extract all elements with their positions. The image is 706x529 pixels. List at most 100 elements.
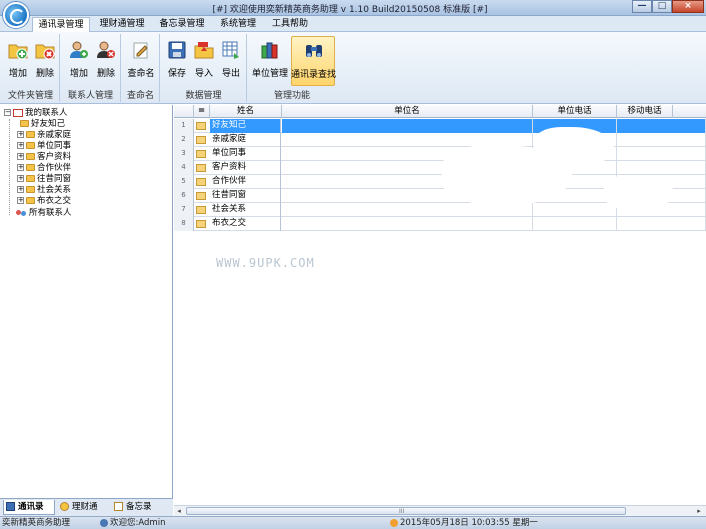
tree-item-label: 亲戚家庭 xyxy=(37,130,72,140)
minimize-button[interactable]: — xyxy=(632,0,652,13)
contact-search-label: 通讯录查找 xyxy=(291,70,337,80)
tree-item-friends[interactable]: 好友知己 xyxy=(20,119,65,130)
tree-item-social[interactable]: + 社会关系 xyxy=(17,185,71,196)
row-name: 布衣之交 xyxy=(210,217,281,231)
tree-item-partners[interactable]: + 合作伙伴 xyxy=(17,163,71,174)
group-contact: 增加 删除 联系人管理 xyxy=(61,34,121,102)
close-button[interactable]: × xyxy=(672,0,704,13)
expand-icon[interactable]: + xyxy=(17,175,24,182)
unit-manage-button[interactable]: 单位管理 xyxy=(252,36,288,86)
header-mobile[interactable]: 移动电话 xyxy=(617,105,673,118)
header-company-phone[interactable]: 单位电话 xyxy=(533,105,617,118)
addressbook-icon xyxy=(6,502,15,511)
folder-icon xyxy=(20,120,29,127)
scroll-right-icon[interactable]: ▸ xyxy=(694,507,704,516)
table-row[interactable]: 1 好友知己 xyxy=(174,119,706,133)
row-company-phone xyxy=(533,203,617,217)
contact-search-button[interactable]: 通讯录查找 xyxy=(291,36,337,86)
delete-folder-label: 删除 xyxy=(35,69,54,79)
redaction-blob xyxy=(604,175,674,210)
group-data: 保存 导入 导出 数据管理 xyxy=(161,34,247,102)
expand-icon[interactable]: + xyxy=(17,186,24,193)
export-button[interactable]: 导出 xyxy=(218,36,244,86)
tree-item-classmates[interactable]: + 往昔同窗 xyxy=(17,174,71,185)
rename-label: 查命名 xyxy=(127,69,155,79)
app-logo-icon[interactable] xyxy=(3,2,29,28)
folder-icon xyxy=(26,164,35,171)
tab-system[interactable]: 系统管理 xyxy=(214,17,262,32)
group-rename-label: 查命名 xyxy=(126,91,154,101)
user-icon xyxy=(100,518,108,527)
tree-item-colleagues[interactable]: + 单位同事 xyxy=(17,141,71,152)
delete-contact-button[interactable]: 删除 xyxy=(93,36,119,86)
status-user: 欢迎您:Admin xyxy=(100,517,165,529)
delete-user-icon xyxy=(97,41,115,58)
group-folder-label: 文件夹管理 xyxy=(7,91,53,101)
status-datetime-label: 2015年05月18日 10:03:55 星期一 xyxy=(400,518,538,528)
tree-item-customers[interactable]: + 客户资料 xyxy=(17,152,71,163)
folder-icon xyxy=(196,178,206,186)
export-label: 导出 xyxy=(221,69,240,79)
row-name: 社会关系 xyxy=(210,203,281,217)
rename-icon xyxy=(133,42,148,59)
table-row[interactable]: 3 单位同事 xyxy=(174,147,706,161)
row-name: 单位同事 xyxy=(210,147,281,161)
header-selector[interactable]: = xyxy=(194,105,210,118)
status-bar: 奕新精英商务助理 欢迎您:Admin 2015年05月18日 10:03:55 … xyxy=(0,516,706,529)
maximize-button[interactable]: □ xyxy=(652,0,672,13)
row-number: 6 xyxy=(174,189,194,203)
save-icon xyxy=(168,41,186,59)
tab-memo-module[interactable]: 备忘录 xyxy=(112,500,164,515)
group-folder: 增加 删除 文件夹管理 xyxy=(2,34,60,102)
tree-item-label: 往昔同窗 xyxy=(37,174,72,184)
expand-icon[interactable]: + xyxy=(17,164,24,171)
table-row[interactable]: 8 布衣之交 xyxy=(174,217,706,231)
tab-finance-module[interactable]: 理财通 xyxy=(58,500,110,515)
header-name[interactable]: 姓名 xyxy=(210,105,282,118)
window-controls: — □ × xyxy=(632,0,704,14)
row-number: 7 xyxy=(174,203,194,217)
tree-item-family[interactable]: + 亲戚家庭 xyxy=(17,130,71,141)
row-number: 5 xyxy=(174,175,194,189)
folder-icon xyxy=(196,220,206,228)
add-folder-icon xyxy=(8,44,28,60)
expand-icon[interactable]: + xyxy=(17,197,24,204)
expand-icon[interactable]: + xyxy=(17,142,24,149)
row-name: 好友知己 xyxy=(210,119,281,133)
horizontal-scrollbar[interactable]: ◂ III ▸ xyxy=(174,505,706,516)
tree-item-all[interactable]: 所有联系人 xyxy=(16,208,72,219)
row-mobile xyxy=(617,133,706,147)
row-mobile xyxy=(617,161,706,175)
row-number: 4 xyxy=(174,161,194,175)
table-row[interactable]: 4 客户资料 xyxy=(174,161,706,175)
tab-finance[interactable]: 理财通管理 xyxy=(94,17,150,32)
header-company[interactable]: 单位名 xyxy=(282,105,533,118)
delete-folder-button[interactable]: 删除 xyxy=(32,36,58,86)
tab-addressbook-label: 通讯录 xyxy=(18,502,44,512)
redaction-blob xyxy=(534,127,614,167)
tab-contacts[interactable]: 通讯录管理 xyxy=(32,17,90,32)
tree-root[interactable]: − 我的联系人 xyxy=(4,108,68,119)
row-mobile xyxy=(617,217,706,231)
tab-addressbook[interactable]: 通讯录 xyxy=(3,500,55,515)
rename-button[interactable]: 查命名 xyxy=(127,36,155,86)
scroll-thumb[interactable]: III xyxy=(186,507,626,515)
collapse-icon[interactable]: − xyxy=(4,109,11,116)
tab-memo[interactable]: 备忘录管理 xyxy=(153,17,211,32)
menu-tabs: 通讯录管理 理财通管理 备忘录管理 系统管理 工具帮助 xyxy=(0,16,706,32)
table-row[interactable]: 2 亲戚家庭 xyxy=(174,133,706,147)
status-user-label: 欢迎您:Admin xyxy=(110,518,166,528)
folder-icon xyxy=(196,206,206,214)
tree-item-commoners[interactable]: + 布衣之交 xyxy=(17,196,71,207)
expand-icon[interactable]: + xyxy=(17,131,24,138)
expand-icon[interactable]: + xyxy=(17,153,24,160)
scroll-left-icon[interactable]: ◂ xyxy=(174,507,184,516)
tree-item-label: 社会关系 xyxy=(37,185,72,195)
folder-icon xyxy=(26,142,35,149)
tab-help[interactable]: 工具帮助 xyxy=(266,17,314,32)
row-mobile xyxy=(617,147,706,161)
folder-icon xyxy=(196,164,206,172)
group-rename: 查命名 查命名 xyxy=(122,34,160,102)
folder-icon xyxy=(196,150,206,158)
books-icon xyxy=(261,42,278,59)
